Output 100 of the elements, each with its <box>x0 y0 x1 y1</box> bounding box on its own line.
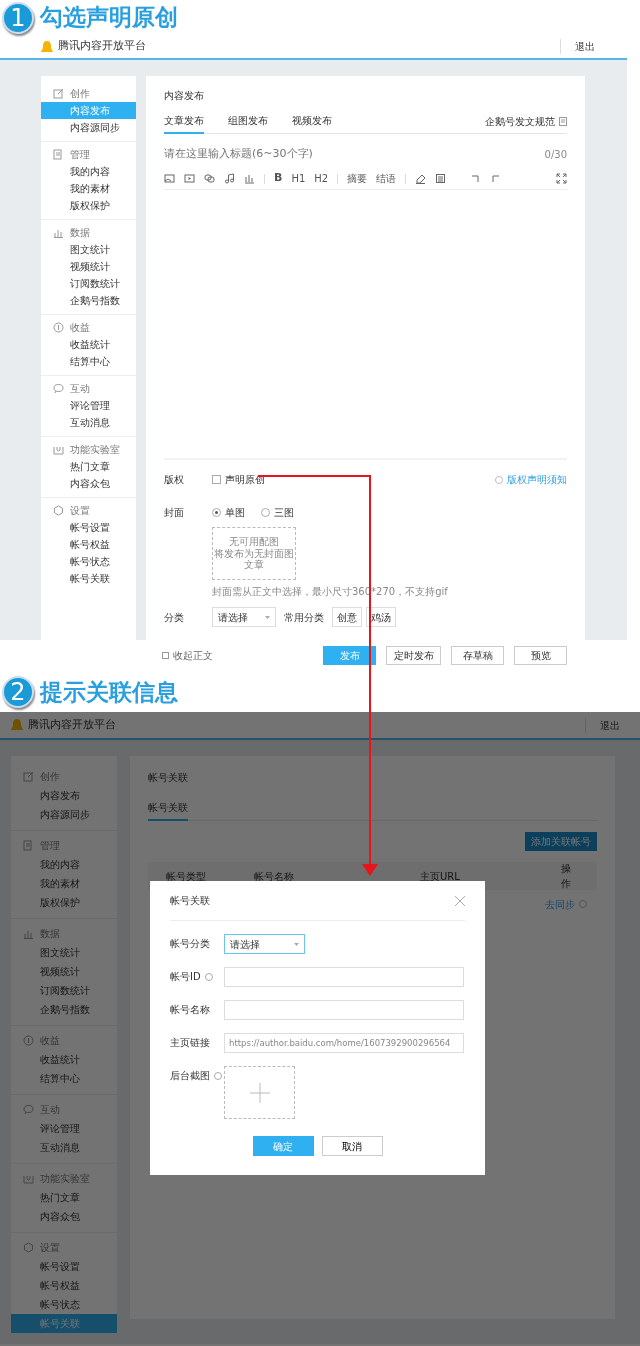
sidebar-item[interactable]: 帐号关联 <box>41 570 136 587</box>
brand-name: 腾讯内容开放平台 <box>58 38 146 55</box>
image-icon[interactable] <box>164 173 175 184</box>
sidebar-group-label: 功能实验室 <box>70 443 120 457</box>
sidebar-item[interactable]: 帐号设置 <box>41 519 136 536</box>
collapse-link[interactable]: 收起正文 <box>173 647 213 663</box>
sidebar-item[interactable]: 帐号权益 <box>11 1276 117 1295</box>
sidebar-item[interactable]: 帐号设置 <box>11 1257 117 1276</box>
action-button[interactable]: 定时发布 <box>386 645 441 665</box>
field-label: 帐号名称 <box>170 1003 210 1017</box>
toolbar-button[interactable]: B <box>274 170 283 187</box>
sidebar-item[interactable]: 帐号权益 <box>41 536 136 553</box>
bar-chart-icon[interactable] <box>244 173 255 184</box>
sidebar-item[interactable]: 内容众包 <box>11 1207 117 1226</box>
radio-label[interactable]: 三图 <box>274 505 294 520</box>
column-header: 帐号名称 <box>253 869 295 884</box>
sidebar-item[interactable]: 内容源同步 <box>11 805 117 824</box>
radio-label[interactable]: 单图 <box>225 505 245 520</box>
logo-icon <box>40 39 54 54</box>
sidebar-group-label: 创作 <box>70 87 90 101</box>
sidebar-item[interactable]: 内容发布 <box>11 786 117 805</box>
text-field[interactable] <box>224 1000 464 1020</box>
sidebar-item[interactable]: 帐号状态 <box>41 553 136 570</box>
sidebar-item[interactable]: 企鹅号指数 <box>41 292 136 309</box>
sidebar-item[interactable]: 内容源同步 <box>41 119 136 136</box>
action-button[interactable]: 存草稿 <box>451 645 504 665</box>
bracket-icon[interactable] <box>470 173 482 184</box>
bracket-icon[interactable] <box>490 173 502 184</box>
sidebar-item[interactable]: 结算中心 <box>41 353 136 370</box>
sidebar-item[interactable]: 我的素材 <box>11 874 117 893</box>
sidebar-group-label: 互动 <box>70 382 90 396</box>
sidebar-item[interactable]: 我的内容 <box>41 163 136 180</box>
sidebar-item[interactable]: 图文统计 <box>41 241 136 258</box>
sidebar-group-label: 收益 <box>70 321 90 335</box>
text-field[interactable]: https://author.baidu.com/home/1607392900296564 <box>224 1033 464 1053</box>
modal-button[interactable]: 取消 <box>321 1136 383 1156</box>
sidebar-item[interactable]: 我的素材 <box>41 180 136 197</box>
help-icon <box>579 900 587 908</box>
action-button[interactable]: 预览 <box>514 645 567 665</box>
toolbar-button[interactable]: 结语 <box>376 171 397 186</box>
sidebar-item[interactable]: 互动消息 <box>11 1138 117 1157</box>
toolbar-button[interactable]: 摘要 <box>347 171 368 186</box>
text-field[interactable] <box>224 967 464 987</box>
field-label: 封面 <box>164 506 185 520</box>
list-icon[interactable] <box>435 173 447 184</box>
bar-chart-icon <box>23 928 34 939</box>
field-label: 常用分类 <box>284 610 324 625</box>
sidebar-item[interactable]: 视频统计 <box>41 258 136 275</box>
chain-link-icon[interactable] <box>204 173 215 184</box>
modal-title: 帐号关联 <box>170 894 210 908</box>
tab[interactable]: 组图发布 <box>228 112 268 134</box>
account-type-select[interactable]: 请选择 <box>224 934 305 954</box>
coin-icon <box>53 322 64 333</box>
collapse-icon <box>162 651 169 659</box>
sidebar-item[interactable]: 收益统计 <box>41 336 136 353</box>
logout-link[interactable]: 退出 <box>585 717 620 733</box>
tab[interactable]: 文章发布 <box>164 112 204 134</box>
category-tag[interactable]: 鸡汤 <box>366 607 396 627</box>
category-tag[interactable]: 创意 <box>332 607 362 627</box>
sidebar-item[interactable]: 评论管理 <box>41 397 136 414</box>
toolbar-button[interactable]: H2 <box>314 171 329 186</box>
character-count: 0/30 <box>544 147 567 162</box>
sidebar-item[interactable]: 版权保护 <box>11 893 117 912</box>
tab[interactable]: 视频发布 <box>292 112 332 134</box>
sidebar-item[interactable]: 企鹅号指数 <box>11 1000 117 1019</box>
sidebar-item[interactable]: 结算中心 <box>11 1069 117 1088</box>
sidebar-item[interactable]: 视频统计 <box>11 962 117 981</box>
sidebar-item[interactable]: 评论管理 <box>11 1119 117 1138</box>
upload-area[interactable] <box>224 1066 295 1119</box>
guide-link[interactable]: 企鹅号发文规范 <box>485 114 555 129</box>
field-label: 主页链接 <box>170 1036 210 1050</box>
play-icon[interactable] <box>184 173 195 184</box>
sidebar-item[interactable]: 热门文章 <box>41 458 136 475</box>
plus-icon <box>249 1082 270 1103</box>
field-label: 帐号ID <box>170 970 201 984</box>
sidebar-item[interactable]: 图文统计 <box>11 943 117 962</box>
checkbox[interactable] <box>212 475 221 484</box>
music-note-icon[interactable] <box>224 173 235 184</box>
toolbar-button[interactable]: H1 <box>291 171 306 186</box>
select-placeholder: 请选择 <box>218 610 248 625</box>
sidebar-group-label: 管理 <box>70 148 90 162</box>
fullscreen-icon[interactable] <box>556 173 567 184</box>
category-select[interactable]: 请选择 <box>212 607 276 627</box>
close-icon[interactable] <box>455 895 465 906</box>
sidebar-item[interactable]: 收益统计 <box>11 1050 117 1069</box>
sidebar-item[interactable]: 我的内容 <box>11 855 117 874</box>
edit-icon <box>23 771 34 782</box>
logout-link[interactable]: 退出 <box>560 39 595 54</box>
cover-placeholder[interactable]: 无可用配图 将发布为无封面图文章 <box>212 527 296 580</box>
column-header: 操作 <box>561 862 573 891</box>
sidebar-item[interactable]: 版权保护 <box>41 197 136 214</box>
sidebar-item[interactable]: 内容众包 <box>41 475 136 492</box>
sidebar-item[interactable]: 热门文章 <box>11 1188 117 1207</box>
sidebar-item[interactable]: 订阅数统计 <box>41 275 136 292</box>
tab[interactable]: 帐号关联 <box>148 799 188 821</box>
bar-chart-icon <box>53 227 64 238</box>
sidebar-item[interactable]: 帐号状态 <box>11 1295 117 1314</box>
eraser-icon[interactable] <box>415 173 427 184</box>
sidebar-item[interactable]: 订阅数统计 <box>11 981 117 1000</box>
sidebar-item[interactable]: 互动消息 <box>41 414 136 431</box>
